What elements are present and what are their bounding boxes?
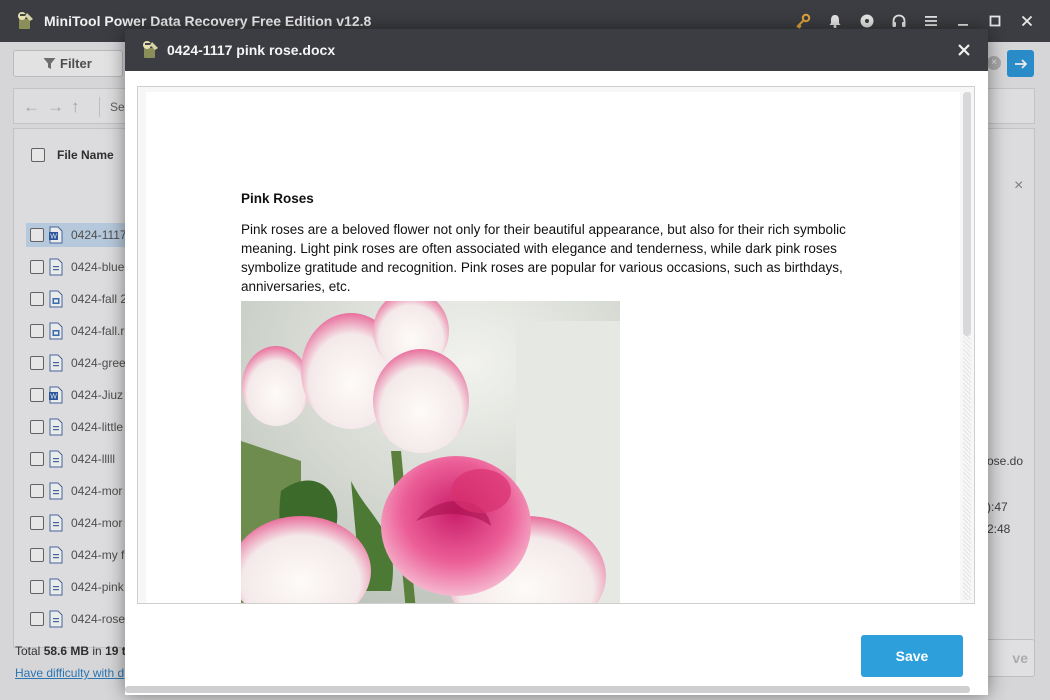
disc-icon[interactable] xyxy=(858,12,876,30)
menu-icon[interactable] xyxy=(922,12,940,30)
document-page: Pink Roses Pink roses are a beloved flow… xyxy=(146,92,960,603)
preview-close-icon[interactable] xyxy=(954,40,974,60)
dialog-horizontal-scrollbar[interactable] xyxy=(125,686,970,693)
minitool-logo-icon xyxy=(12,9,36,33)
minimize-icon[interactable] xyxy=(954,12,972,30)
bell-icon[interactable] xyxy=(826,12,844,30)
document-paragraph: Pink roses are a beloved flower not only… xyxy=(241,222,846,294)
document-preview[interactable]: Pink Roses Pink roses are a beloved flow… xyxy=(137,86,975,604)
headset-icon[interactable] xyxy=(890,12,908,30)
preview-dialog-footer xyxy=(125,617,988,695)
preview-dialog-header: 0424-1117 pink rose.docx xyxy=(125,29,988,71)
pink-rose-photo xyxy=(241,301,620,603)
preview-scroll-thumb[interactable] xyxy=(963,92,971,336)
close-icon[interactable] xyxy=(1018,12,1036,30)
app-title: MiniTool Power Data Recovery Free Editio… xyxy=(44,13,372,29)
maximize-icon[interactable] xyxy=(986,12,1004,30)
save-button[interactable]: Save xyxy=(861,635,963,677)
document-heading: Pink Roses xyxy=(241,191,314,206)
preview-title: 0424-1117 pink rose.docx xyxy=(167,42,336,58)
minitool-logo-icon xyxy=(137,38,161,62)
key-icon[interactable] xyxy=(794,12,812,30)
preview-dialog: 0424-1117 pink rose.docx Pink Roses Pink… xyxy=(125,29,988,695)
